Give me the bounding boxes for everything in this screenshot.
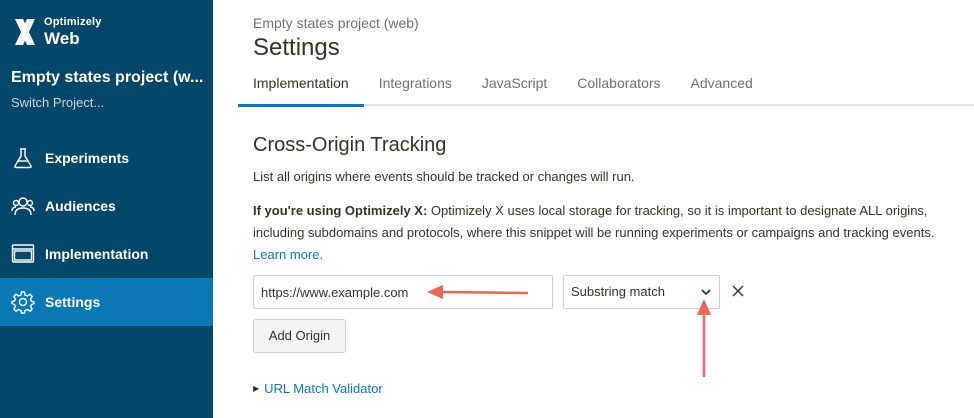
sidebar-item-implementation[interactable]: Implementation (0, 230, 213, 278)
sidebar-nav: Experiments Audiences Implementation Set… (0, 134, 213, 326)
logo-brand: Optimizely (44, 16, 102, 28)
main-content: Empty states project (web) Settings Impl… (213, 0, 974, 418)
optimizely-logo[interactable]: Optimizely Web (12, 14, 102, 49)
page-title: Settings (253, 34, 340, 61)
url-match-validator-toggle[interactable]: ▶ URL Match Validator (253, 381, 383, 396)
match-type-value: Substring match (571, 284, 665, 299)
window-icon (11, 242, 35, 266)
tab-integrations[interactable]: Integrations (364, 62, 467, 107)
note-bold: If you're using Optimizely X: (253, 203, 428, 218)
sidebar-item-label: Experiments (45, 150, 130, 166)
sidebar-item-experiments[interactable]: Experiments (0, 134, 213, 182)
section-description: List all origins where events should be … (253, 169, 635, 184)
logo-product: Web (44, 29, 80, 48)
tab-javascript[interactable]: JavaScript (467, 62, 562, 107)
tab-collaborators[interactable]: Collaborators (562, 62, 675, 107)
optimizely-x-note: If you're using Optimizely X: Optimizely… (253, 200, 968, 266)
sidebar-item-audiences[interactable]: Audiences (0, 182, 213, 230)
breadcrumb[interactable]: Empty states project (web) (253, 15, 419, 31)
sidebar-item-label: Audiences (45, 198, 116, 214)
validator-label: URL Match Validator (264, 381, 383, 396)
annotation-arrow-up (697, 299, 711, 377)
settings-tabs: Implementation Integrations JavaScript C… (238, 62, 768, 107)
remove-origin-button[interactable] (730, 282, 746, 300)
sidebar-item-settings[interactable]: Settings (0, 278, 213, 326)
add-origin-button[interactable]: Add Origin (253, 319, 346, 353)
gear-icon (11, 290, 35, 314)
audiences-icon (11, 194, 35, 218)
sidebar: Optimizely Web Empty states project (w..… (0, 0, 213, 418)
origin-url-input[interactable] (253, 275, 553, 309)
caret-right-icon: ▶ (253, 384, 260, 393)
tab-advanced[interactable]: Advanced (676, 62, 768, 107)
project-name: Empty states project (w... (11, 69, 204, 86)
switch-project-link[interactable]: Switch Project... (11, 95, 104, 110)
flask-icon (11, 146, 35, 170)
section-title: Cross-Origin Tracking (253, 134, 447, 156)
tab-implementation[interactable]: Implementation (238, 62, 364, 107)
close-icon (732, 285, 744, 297)
chevron-down-icon (701, 289, 711, 296)
match-type-select[interactable]: Substring match (563, 275, 720, 309)
learn-more-link[interactable]: Learn more. (253, 247, 323, 262)
sidebar-item-label: Settings (45, 294, 101, 310)
sidebar-item-label: Implementation (45, 246, 149, 262)
optimizely-x-logo-icon (15, 19, 35, 45)
